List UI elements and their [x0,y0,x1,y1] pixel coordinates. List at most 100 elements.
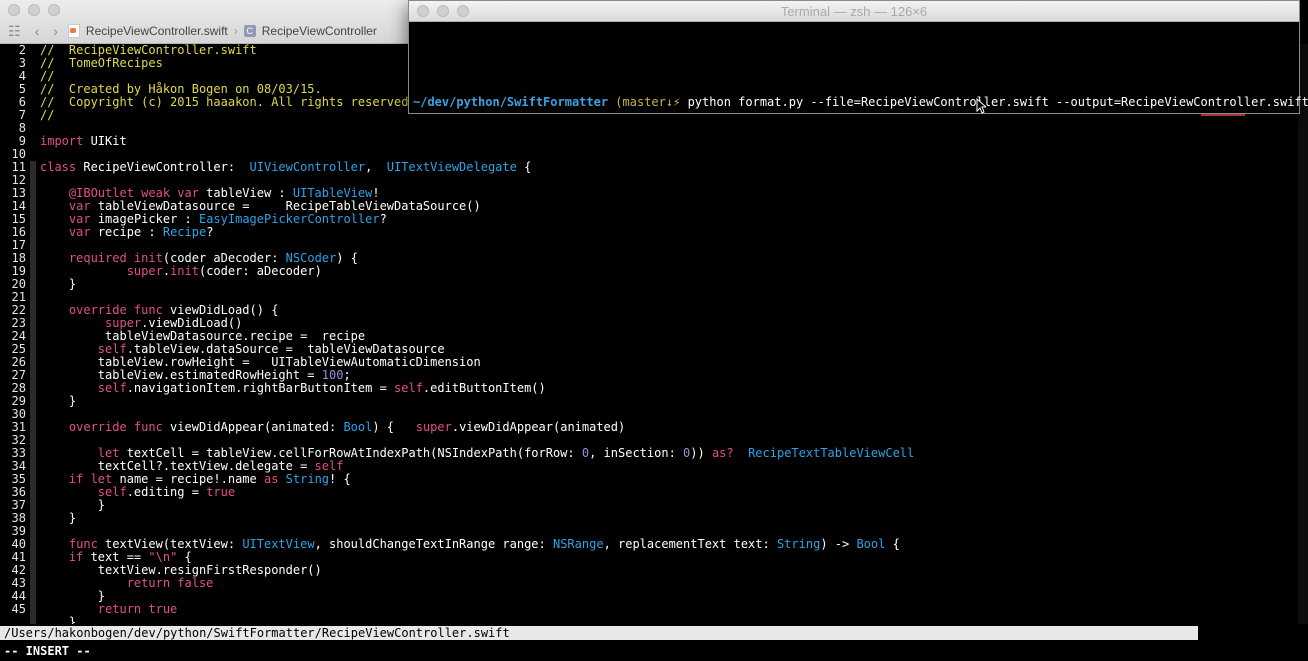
indent-guide [30,330,36,343]
indent-guide [30,356,36,369]
code-line[interactable]: 45 return true [0,603,1308,616]
indent-guide [30,213,36,226]
code-line[interactable]: } [0,616,1308,624]
code-line[interactable]: 8 [0,122,1308,135]
prompt-branch: (master↓ [608,95,674,109]
code-token: ; [343,368,351,382]
code-token: NSRange [552,537,604,551]
terminal-window[interactable]: Terminal — zsh — 126×6 ~/dev/python/Swif… [408,0,1308,116]
code-token: tableView.rowHeight = UITableViewAutomat… [40,355,481,369]
forward-arrow-icon[interactable]: › [53,23,58,39]
code-line[interactable]: 11 class RecipeViewController: UIViewCont… [0,161,1308,174]
code-token: tableViewDatasource.recipe = recipe [40,329,366,343]
code-token: super [415,420,452,434]
code-line[interactable]: 28 self.navigationItem.rightBarButtonIte… [0,382,1308,395]
code-token: as [263,472,279,486]
editor-scrollbar[interactable] [1298,44,1308,624]
code-token: as? [711,446,734,460]
code-token: } [40,511,77,525]
code-token: UITextView [242,537,315,551]
code-token: self [97,381,127,395]
code-token: viewDidAppear(animated: [162,420,344,434]
code-token: String [285,472,330,486]
code-line[interactable]: 40 func textView(textView: UITextView, s… [0,538,1308,551]
indent-guide [30,96,36,109]
breadcrumb-file[interactable]: RecipeViewController.swift [86,24,228,38]
indent-guide [30,200,36,213]
code-line[interactable]: 9 import UIKit [0,135,1308,148]
code-token: String [776,537,821,551]
code-token: self [97,485,127,499]
code-token: )) [690,446,712,460]
code-token: init [133,251,163,265]
indent-guide [30,603,36,616]
code-token: recipe : [90,225,163,239]
code-token: "\n" [148,550,178,564]
indent-guide [30,538,36,551]
code-token: UIViewController [249,160,366,174]
code-token: RecipeViewController: [76,160,250,174]
editor-titlebar: ☷ ‹ › RecipeViewController.swift › C Rec… [0,0,410,44]
terminal-command: python format.py --file=RecipeViewContro… [680,95,1308,109]
indent-guide [30,434,36,447]
zoom-window-button[interactable] [48,4,60,16]
indent-guide [30,369,36,382]
code-token: { [516,160,532,174]
grid-icon[interactable]: ☷ [8,23,21,40]
breadcrumb: RecipeViewController.swift › C RecipeVie… [67,24,377,38]
code-line[interactable]: 38 } [0,512,1308,525]
indent-guide [30,525,36,538]
indent-guide [30,590,36,603]
code-line[interactable]: 29 } [0,395,1308,408]
class-icon: C [243,25,256,37]
code-token: textCell?.textView.delegate = [40,459,315,473]
indent-guide [30,148,36,161]
code-token: EasyImagePickerController [198,212,380,226]
terminal-prompt-line[interactable]: ~/dev/python/SwiftFormatter (master↓⚡ py… [413,95,1308,110]
back-arrow-icon[interactable]: ‹ [35,23,40,39]
code-line[interactable]: 36 self.editing = true [0,486,1308,499]
code-token: { [885,537,900,551]
code-token: let [97,446,120,460]
minimize-window-button[interactable] [28,4,40,16]
breadcrumb-class[interactable]: RecipeViewController [262,24,377,38]
code-token: class [40,160,77,174]
code-token: } [40,615,77,625]
code-line[interactable]: 19 super.init(coder: aDecoder) [0,265,1308,278]
indent-guide [30,83,36,96]
indent-guide [30,109,36,122]
code-token: . [162,264,171,278]
code-line[interactable]: 43 return false [0,577,1308,590]
code-line[interactable]: 16 var recipe : Recipe? [0,226,1308,239]
code-line[interactable]: 44 } [0,590,1308,603]
indent-guide [30,447,36,460]
code-token: } [40,589,106,603]
code-area[interactable]: 2// RecipeViewController.swift 3// TomeOf… [0,44,1308,624]
indent-guide [30,226,36,239]
indent-guide [30,278,36,291]
editor-toolbar: ☷ ‹ › RecipeViewController.swift › C Rec… [0,20,410,42]
code-line[interactable]: 20 } [0,278,1308,291]
indent-guide [30,44,36,57]
code-line[interactable]: 37 } [0,499,1308,512]
file-path-statusline: /Users/hakonbogen/dev/python/SwiftFormat… [0,626,1198,640]
code-token: , replacementText text: [603,537,777,551]
code-line[interactable]: 31 override func viewDidAppear(animated:… [0,421,1308,434]
code-token: .editButtonItem() [422,381,546,395]
indent-guide [30,57,36,70]
close-window-button[interactable] [8,4,20,16]
code-token: return false [126,576,214,590]
indent-guide [30,187,36,200]
indent-guide [30,395,36,408]
indent-guide [30,551,36,564]
code-token: // [40,69,55,83]
code-token: , inSection: [589,446,684,460]
